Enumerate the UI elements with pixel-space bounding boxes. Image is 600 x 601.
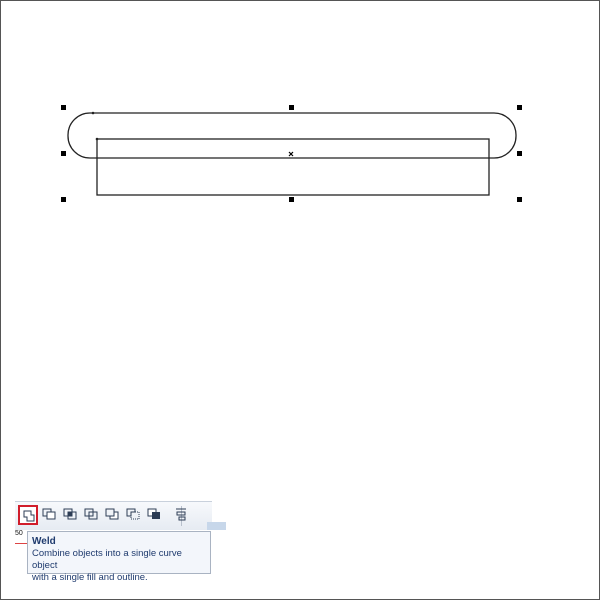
handle-bottom-center[interactable] [289,197,294,202]
drawing-window: 50 Weld Combine objects into a single cu… [0,0,600,600]
create-boundary-button[interactable] [145,505,165,525]
simplify-icon [84,508,98,520]
create-boundary-icon [147,508,160,519]
back-minus-front-button[interactable] [124,505,144,525]
ruler-number: 50 [15,530,23,537]
rounded-rectangle-shape[interactable] [67,112,517,159]
rectangle-shape[interactable] [96,138,490,196]
handle-middle-right[interactable] [517,151,522,156]
intersect-icon [63,508,77,520]
shape-node[interactable] [95,137,99,141]
tooltip-title: Weld [32,536,56,547]
selection-center-icon[interactable] [288,151,294,157]
simplify-button[interactable] [82,505,102,525]
weld-icon [23,510,35,522]
handle-top-center[interactable] [289,105,294,110]
intersect-button[interactable] [61,505,81,525]
handle-top-left[interactable] [61,105,66,110]
front-minus-back-button[interactable] [103,505,123,525]
handle-middle-left[interactable] [61,151,66,156]
tooltip-description-line2: with a single fill and outline. [32,572,148,583]
front-minus-back-icon [105,508,119,520]
handle-top-right[interactable] [517,105,522,110]
shaping-toolbar [15,501,226,530]
align-icon [176,508,186,521]
align-button[interactable] [172,505,192,525]
weld-button[interactable] [18,505,38,525]
trim-button[interactable] [40,505,60,525]
trim-icon [42,508,56,520]
tooltip-description-line1: Combine objects into a single curve obje… [32,548,182,571]
weld-tooltip: Weld Combine objects into a single curve… [27,531,211,583]
toolbar-edge [207,522,226,530]
handle-bottom-right[interactable] [517,197,522,202]
handle-bottom-left[interactable] [61,197,66,202]
back-minus-front-icon [126,508,140,520]
shape-node[interactable] [91,111,95,115]
